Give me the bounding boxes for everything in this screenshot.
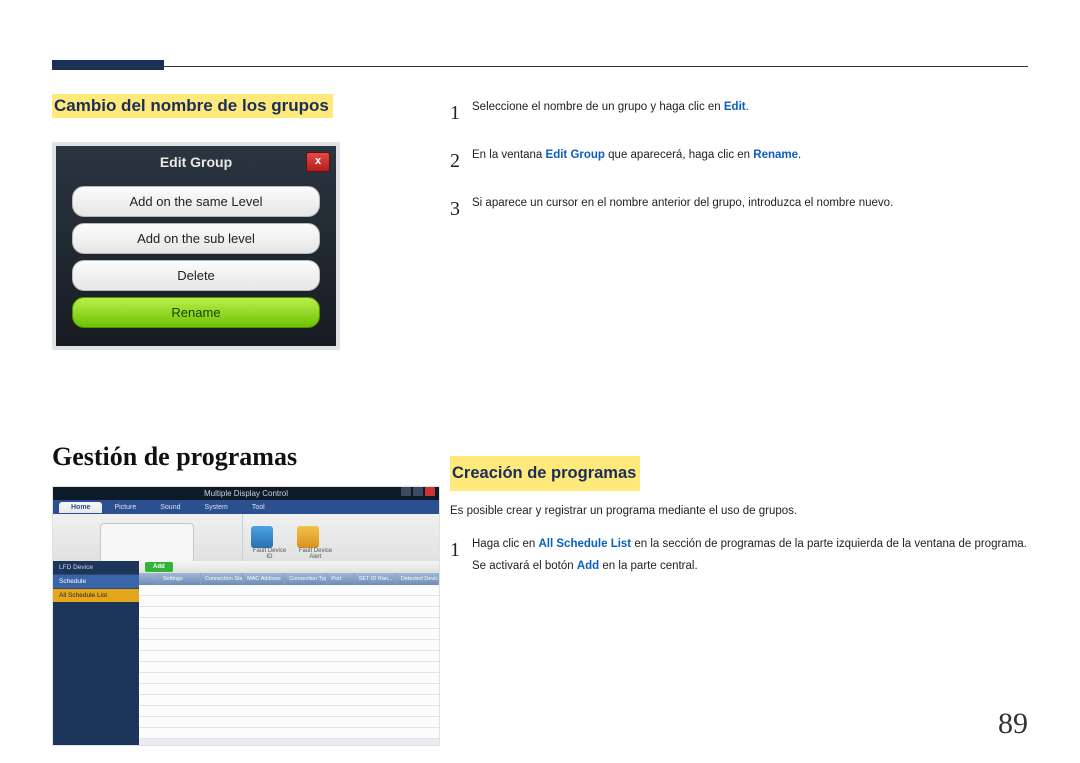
intro-text: Es posible crear y registrar un programa… xyxy=(450,501,1030,523)
fault-device-alert-label: Fault Device Alert xyxy=(297,548,335,560)
side-all-schedule-list[interactable]: All Schedule List xyxy=(53,589,139,602)
side-lfd-device[interactable]: LFD Device xyxy=(53,561,139,575)
heading-rename-groups: Cambio del nombre de los grupos xyxy=(52,94,333,118)
ribbon-placeholder xyxy=(100,523,194,563)
heading-create-schedules: Creación de programas xyxy=(450,456,640,491)
step-1: 1 Seleccione el nombre de un grupo y hag… xyxy=(450,94,1030,132)
add-button[interactable]: Add xyxy=(145,562,173,572)
mdc-grid-area: Add Settings Connection Status MAC Addre… xyxy=(139,561,439,745)
tab-sound[interactable]: Sound xyxy=(148,502,192,513)
header-rule xyxy=(52,66,1028,67)
tab-system[interactable]: System xyxy=(193,502,240,513)
fault-device-id-label: Fault Device ID xyxy=(251,548,289,560)
edit-group-dialog: Edit Group x Add on the same Level Add o… xyxy=(52,142,340,350)
mdc-side-panel: LFD Device Schedule All Schedule List xyxy=(53,561,139,745)
header-thick-rule xyxy=(52,60,164,70)
option-rename[interactable]: Rename xyxy=(72,297,320,328)
option-add-sub-level[interactable]: Add on the sub level xyxy=(72,223,320,254)
side-schedule[interactable]: Schedule xyxy=(53,575,139,589)
tab-picture[interactable]: Picture xyxy=(102,502,148,513)
mdc-window-buttons xyxy=(401,487,435,496)
option-delete[interactable]: Delete xyxy=(72,260,320,291)
option-add-same-level[interactable]: Add on the same Level xyxy=(72,186,320,217)
heading-schedule-management: Gestión de programas xyxy=(52,442,444,472)
mdc-window-title: Multiple Display Control xyxy=(204,489,288,498)
dialog-title: Edit Group xyxy=(160,154,232,170)
mdc-screenshot: Multiple Display Control Home Picture So… xyxy=(52,486,440,746)
tab-tool[interactable]: Tool xyxy=(240,502,277,513)
mdc-tabs: Home Picture Sound System Tool xyxy=(53,500,439,514)
step-2: 2 En la ventana Edit Group que aparecerá… xyxy=(450,142,1030,180)
fault-device-alert-icon[interactable] xyxy=(297,526,319,548)
fault-device-id-icon[interactable] xyxy=(251,526,273,548)
step-3: 3 Si aparece un cursor en el nombre ante… xyxy=(450,190,1030,228)
close-icon[interactable]: x xyxy=(306,152,330,172)
page-number: 89 xyxy=(998,707,1028,741)
tab-home[interactable]: Home xyxy=(59,502,102,513)
section2-step-1: 1 Haga clic en All Schedule List en la s… xyxy=(450,531,1030,578)
mdc-column-headers: Settings Connection Status MAC Address C… xyxy=(139,573,439,585)
